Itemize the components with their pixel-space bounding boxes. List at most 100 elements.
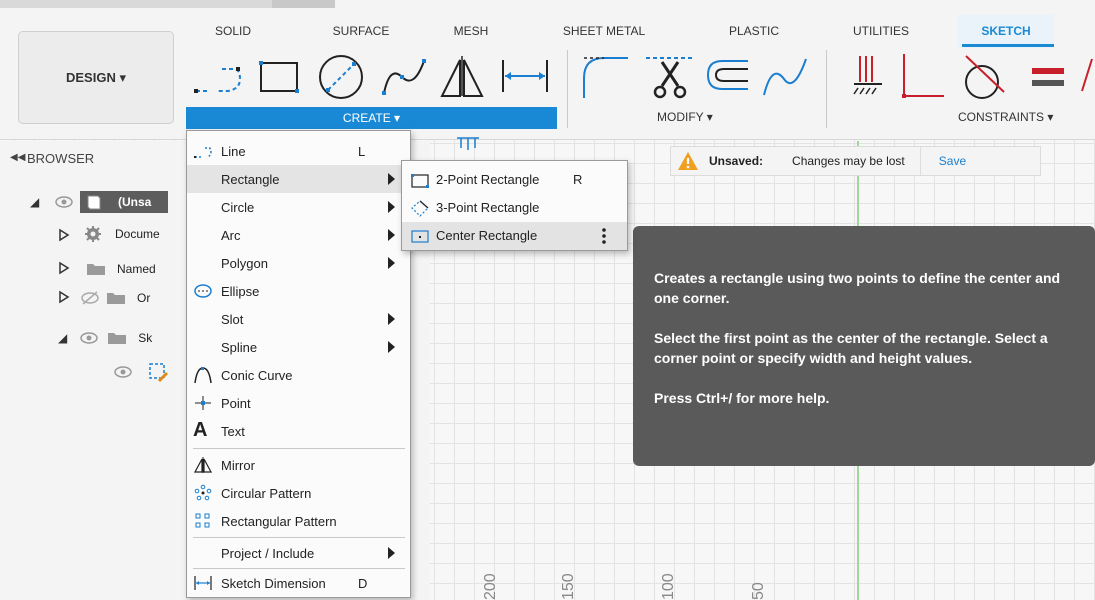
menu-item-label: Rectangle [221, 171, 280, 187]
menu-item-label: Arc [221, 227, 241, 243]
submenu-item-2-point-rectangle[interactable]: 2-Point Rectangle R [402, 166, 627, 194]
menu-item-text[interactable]: A Text [187, 417, 410, 445]
browser-row-label: Sk [138, 331, 153, 345]
menu-item-project-include[interactable]: Project / Include [187, 539, 410, 567]
menu-item-label: Mirror [221, 457, 255, 473]
browser-row-named-views[interactable]: Named [58, 258, 156, 280]
menu-item-line[interactable]: Line L [187, 137, 410, 165]
sketch-dimension-tool-icon[interactable] [499, 56, 551, 96]
browser-row-origin[interactable]: Or [58, 287, 150, 309]
unsaved-message: Changes may be lost [792, 154, 905, 168]
submenu-item-center-rectangle[interactable]: Center Rectangle [402, 222, 627, 250]
menu-item-circle[interactable]: Circle [187, 193, 410, 221]
eye-icon[interactable] [54, 195, 74, 209]
design-workspace-button[interactable]: DESIGN ▾ [18, 31, 174, 124]
submenu-item-3-point-rectangle[interactable]: 3-Point Rectangle [402, 194, 627, 222]
collapsed-triangle-icon[interactable] [58, 228, 70, 242]
rectangle-submenu: 2-Point Rectangle R 3-Point Rectangle Ce… [401, 160, 628, 251]
rectangle-tool-icon[interactable] [255, 57, 303, 97]
parallel-constraint-icon[interactable] [1080, 55, 1095, 95]
browser-row-label: Docume [115, 227, 160, 241]
ruler-label: 200 [482, 573, 499, 600]
eye-hidden-icon[interactable] [80, 290, 100, 306]
ruler-label: 150 [560, 573, 577, 600]
menu-item-slot[interactable]: Slot [187, 305, 410, 333]
folder-icon [108, 333, 127, 344]
collapsed-triangle-icon[interactable] [58, 261, 70, 278]
menu-item-spline[interactable]: Spline [187, 333, 410, 361]
menu-item-label: Circle [221, 199, 255, 215]
tab-solid[interactable]: SOLID [215, 24, 251, 38]
root-component-badge[interactable]: (Unsa [80, 191, 168, 213]
trim-tool-icon[interactable] [642, 52, 696, 102]
ruler-label: 50 [750, 582, 767, 600]
browser-row-label: Named [117, 262, 156, 276]
tab-sketch[interactable]: SKETCH [981, 24, 1030, 38]
group-separator [567, 50, 568, 128]
browser-row-sketch1[interactable] [113, 361, 169, 383]
circular-pattern-icon [194, 484, 212, 501]
extend-tool-icon[interactable] [760, 55, 810, 99]
mirror-tool-icon[interactable] [438, 52, 488, 100]
fillet-tool-icon[interactable] [578, 52, 632, 100]
browser-row-root[interactable]: ◢ (Unsa [30, 191, 168, 213]
menu-item-label: Polygon [221, 255, 268, 271]
submenu-arrow-icon [388, 341, 395, 353]
expanded-triangle-icon[interactable]: ◢ [30, 195, 44, 209]
ruler-label: 100 [660, 573, 677, 600]
center-rectangle-icon [411, 230, 429, 243]
tangent-constraint-icon[interactable] [960, 52, 1010, 102]
tooltip-help: Press Ctrl+/ for more help. [654, 390, 830, 406]
menu-item-rectangular-pattern[interactable]: Rectangular Pattern [187, 507, 410, 535]
submenu-item-label: Center Rectangle [436, 228, 538, 243]
browser-row-document-settings[interactable]: Docume [58, 223, 160, 245]
offset-tool-icon[interactable] [702, 55, 752, 99]
menu-item-sketch-dimension[interactable]: Sketch Dimension D [187, 569, 410, 597]
title-strip-tab [272, 0, 335, 8]
rectangular-pattern-icon [195, 513, 210, 528]
constraints-dropdown-button[interactable]: CONSTRAINTS ▾ [958, 110, 1053, 124]
menu-item-label: Project / Include [221, 545, 315, 561]
menu-item-arc[interactable]: Arc [187, 221, 410, 249]
menu-item-rectangle[interactable]: Rectangle [187, 165, 410, 193]
two-point-rectangle-icon [411, 174, 429, 188]
save-button[interactable]: Save [939, 154, 966, 168]
tab-utilities[interactable]: UTILITIES [853, 24, 909, 38]
browser-row-sketches[interactable]: ◢ Sk [58, 327, 152, 349]
expanded-triangle-icon[interactable]: ◢ [58, 331, 67, 345]
menu-item-mirror[interactable]: Mirror [187, 451, 410, 479]
modify-dropdown-button[interactable]: MODIFY ▾ [657, 110, 713, 124]
gear-icon [85, 226, 101, 242]
horizontal-vertical-constraint-icon[interactable] [852, 52, 886, 100]
tab-surface[interactable]: SURFACE [333, 24, 390, 38]
coincident-constraint-icon[interactable] [898, 52, 948, 102]
browser-title: BROWSER [27, 151, 95, 166]
menu-item-circular-pattern[interactable]: Circular Pattern [187, 479, 410, 507]
submenu-item-label: 2-Point Rectangle [436, 172, 540, 187]
menu-item-conic-curve[interactable]: Conic Curve [187, 361, 410, 389]
menu-item-shortcut: D [358, 575, 368, 591]
line-tool-icon[interactable] [192, 55, 244, 97]
collapsed-triangle-icon[interactable] [58, 290, 70, 307]
eye-icon[interactable] [79, 331, 99, 345]
create-dropdown-button[interactable]: CREATE ▾ [186, 107, 557, 129]
tab-plastic[interactable]: PLASTIC [729, 24, 779, 38]
menu-item-polygon[interactable]: Polygon [187, 249, 410, 277]
eye-icon[interactable] [113, 365, 133, 379]
menu-item-point[interactable]: Point [187, 389, 410, 417]
collapse-panel-icon[interactable]: ◀◀ [10, 152, 25, 163]
menu-item-ellipse[interactable]: Ellipse [187, 277, 410, 305]
circle-tool-icon[interactable] [316, 52, 366, 102]
more-options-icon[interactable] [598, 226, 610, 246]
equal-constraint-icon[interactable] [1028, 62, 1068, 92]
tooltip: Creates a rectangle using two points to … [633, 226, 1095, 466]
notice-divider [919, 147, 921, 175]
sketch-icon [149, 363, 169, 383]
sketch-dimension-icon [194, 576, 212, 590]
submenu-arrow-icon [388, 547, 395, 559]
text-icon: A [193, 419, 208, 441]
spline-tool-icon[interactable] [380, 55, 430, 99]
tab-sheet-metal[interactable]: SHEET METAL [563, 24, 645, 38]
tab-mesh[interactable]: MESH [454, 24, 489, 38]
conic-curve-icon [194, 367, 212, 384]
